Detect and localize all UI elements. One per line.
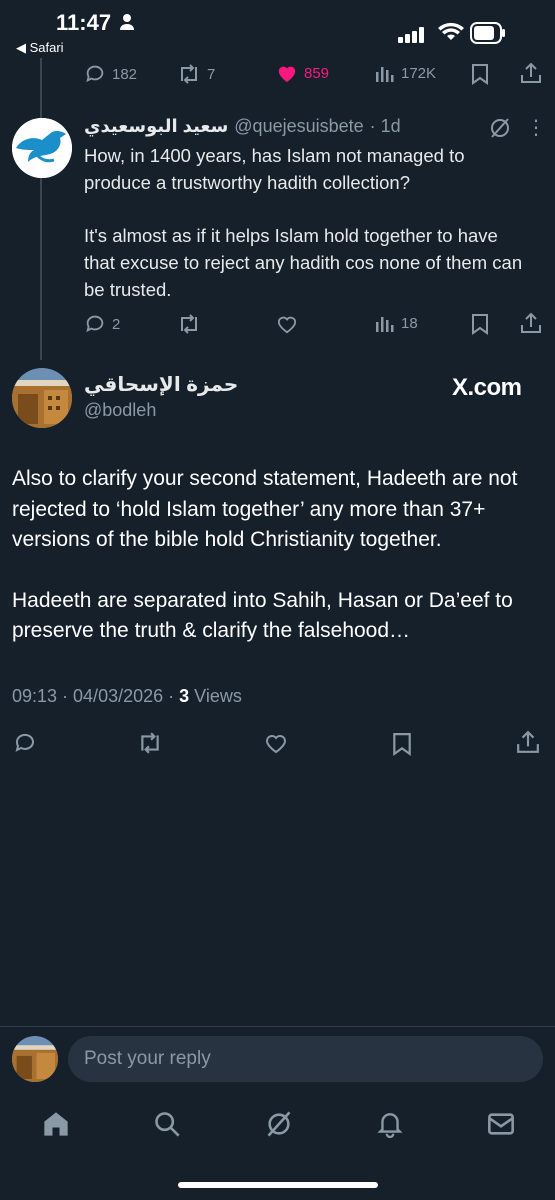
reply-count: 182: [112, 65, 138, 83]
reply-tweet-header: سعيد البوسعيدي @quejesuisbete · 1d: [84, 116, 401, 137]
bookmark-icon[interactable]: [470, 313, 490, 335]
timestamp: 09:13 · 04/03/2026 ·: [12, 686, 180, 706]
reply-icon: [84, 63, 106, 85]
views-count: 18: [401, 314, 418, 332]
grok-icon[interactable]: [488, 116, 512, 140]
reply-icon[interactable]: [12, 731, 38, 755]
repost-icon: [177, 63, 201, 85]
thread-connector-line: [40, 58, 42, 360]
views-button[interactable]: 18: [375, 313, 418, 333]
tweet-paragraph: Hadeeth are separated into Sahih, Hasan …: [12, 588, 513, 643]
share-icon[interactable]: [520, 312, 542, 334]
divider: [0, 1026, 555, 1027]
tweet-meta: 09:13 · 04/03/2026 · 3 Views: [12, 686, 242, 707]
wifi-icon: [438, 22, 464, 42]
bookmark-icon[interactable]: [391, 731, 413, 757]
reply-tweet-text: How, in 1400 years, has Islam not manage…: [84, 142, 524, 329]
main-tweet-text: Also to clarify your second statement, H…: [12, 464, 547, 677]
notifications-icon[interactable]: [377, 1110, 403, 1138]
status-time: 11:47: [56, 10, 112, 35]
x-com-logo: X.com: [452, 374, 522, 401]
grok-icon[interactable]: [265, 1110, 293, 1138]
avatar[interactable]: [12, 368, 72, 428]
views-count[interactable]: 3: [179, 686, 189, 706]
like-count: 859: [304, 64, 330, 82]
reply-icon: [84, 313, 106, 335]
tweet-paragraph: It's almost as if it helps Islam hold to…: [84, 225, 523, 300]
person-icon: [119, 13, 135, 31]
avatar[interactable]: [12, 118, 72, 178]
home-indicator[interactable]: [178, 1182, 378, 1188]
repost-icon[interactable]: [136, 731, 164, 755]
views-icon: [375, 63, 395, 83]
views-count: 172K: [401, 64, 437, 82]
reply-button[interactable]: 2: [84, 313, 120, 335]
author-name[interactable]: سعيد البوسعيدي: [84, 116, 228, 137]
cellular-signal-icon: [398, 27, 426, 43]
heart-filled-icon: [276, 63, 298, 83]
views-icon: [375, 313, 395, 333]
more-icon[interactable]: ⋮: [526, 118, 546, 138]
search-icon[interactable]: [153, 1110, 181, 1138]
share-icon[interactable]: [516, 730, 540, 754]
reply-count: 2: [112, 315, 121, 333]
heart-icon[interactable]: [276, 314, 298, 334]
reply-input[interactable]: [68, 1036, 543, 1082]
home-icon[interactable]: [42, 1110, 70, 1138]
author-handle[interactable]: @bodleh: [84, 400, 156, 421]
back-to-safari[interactable]: ◀ Safari: [16, 40, 64, 56]
repost-button[interactable]: 7: [177, 63, 215, 85]
avatar[interactable]: [12, 1036, 58, 1082]
like-button[interactable]: 859: [276, 63, 329, 83]
battery-icon: [470, 22, 506, 44]
share-icon[interactable]: [520, 62, 542, 84]
bookmark-icon[interactable]: [470, 63, 490, 85]
author-name[interactable]: حمزة الإسحاقي: [84, 372, 238, 397]
repost-icon[interactable]: [177, 313, 201, 335]
views-label: Views: [189, 686, 242, 706]
post-time: · 1d: [369, 116, 401, 136]
heart-icon[interactable]: [263, 732, 289, 754]
tweet-paragraph: Also to clarify your second statement, H…: [12, 467, 518, 551]
author-handle[interactable]: @quejesuisbete: [234, 116, 363, 137]
tweet-paragraph: How, in 1400 years, has Islam not manage…: [84, 145, 465, 193]
views-button[interactable]: 172K: [375, 63, 436, 83]
reply-button[interactable]: 182: [84, 63, 137, 85]
repost-count: 7: [207, 65, 216, 83]
messages-icon[interactable]: [487, 1111, 515, 1137]
